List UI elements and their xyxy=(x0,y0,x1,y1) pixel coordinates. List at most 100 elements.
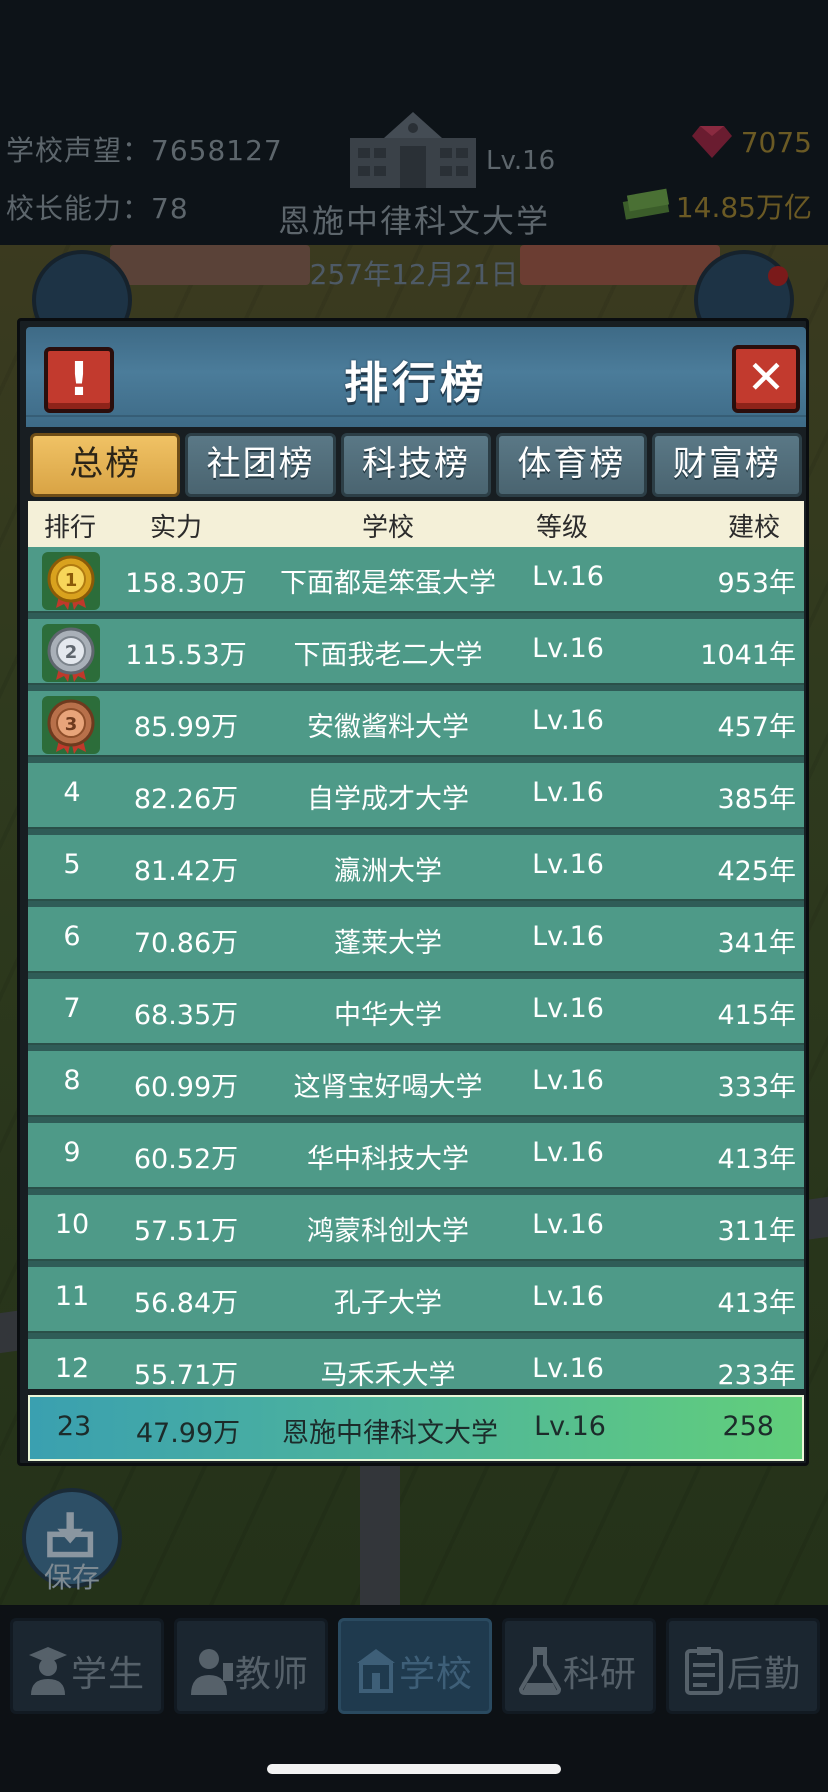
nav-students-label: 学生 xyxy=(71,1654,146,1695)
row-level: Lv.16 xyxy=(532,1281,604,1312)
nav-school[interactable]: 学校 xyxy=(338,1618,492,1714)
row-school: 瀛洲大学 xyxy=(334,856,442,887)
row-school: 鸿蒙科创大学 xyxy=(307,1216,469,1247)
row-founded: 415年 xyxy=(717,1000,796,1031)
row-school: 蓬莱大学 xyxy=(334,928,442,959)
school-building-icon[interactable] xyxy=(346,108,480,190)
teacher-icon xyxy=(191,1649,233,1695)
ranking-tabs: 总榜 社团榜 科技榜 体育榜 财富榜 xyxy=(28,433,804,499)
row-rank: 7 xyxy=(63,993,81,1024)
reputation-stat: 学校声望：7658127 xyxy=(6,122,283,180)
table-row[interactable]: 1 158.30万 下面都是笨蛋大学 Lv.16 953年 xyxy=(28,547,804,613)
row-founded: 413年 xyxy=(717,1144,796,1175)
nav-school-label: 学校 xyxy=(399,1654,474,1695)
own-founded: 258 xyxy=(722,1411,774,1442)
col-school: 学校 xyxy=(362,513,415,543)
table-row[interactable]: 10 57.51万 鸿蒙科创大学 Lv.16 311年 xyxy=(28,1195,804,1261)
row-level: Lv.16 xyxy=(532,633,604,664)
row-rank: 10 xyxy=(54,1209,90,1240)
row-level: Lv.16 xyxy=(532,1353,604,1384)
col-rank: 排行 xyxy=(44,513,97,543)
rank-3-number: 3 xyxy=(65,714,78,735)
nav-logistics-label: 后勤 xyxy=(727,1654,802,1695)
table-row[interactable]: 5 81.42万 瀛洲大学 Lv.16 425年 xyxy=(28,835,804,901)
row-founded: 953年 xyxy=(717,568,796,599)
table-row[interactable]: 9 60.52万 华中科技大学 Lv.16 413年 xyxy=(28,1123,804,1189)
clipboard-icon xyxy=(685,1647,723,1695)
row-school: 马禾禾大学 xyxy=(320,1360,456,1389)
row-rank: 12 xyxy=(54,1353,90,1384)
rank-1-number: 1 xyxy=(65,570,78,591)
row-level: Lv.16 xyxy=(532,777,604,808)
own-school-row[interactable]: 23 47.99万 恩施中律科文大学 Lv.16 258 xyxy=(28,1395,804,1461)
save-label: 保存 xyxy=(43,1561,100,1594)
gem-icon xyxy=(692,126,732,158)
close-button[interactable]: ✕ xyxy=(732,345,800,413)
col-level: 等级 xyxy=(536,513,589,543)
table-row[interactable]: 3 85.99万 安徽酱料大学 Lv.16 457年 xyxy=(28,691,804,757)
tab-clubs[interactable]: 社团榜 xyxy=(185,433,336,497)
row-rank: 6 xyxy=(63,921,81,952)
money-count: 14.85万亿 xyxy=(675,191,812,224)
tab-technology[interactable]: 科技榜 xyxy=(340,433,492,497)
row-school: 中华大学 xyxy=(334,1000,442,1031)
row-founded: 233年 xyxy=(717,1360,796,1389)
table-row[interactable]: 8 60.99万 这肾宝好喝大学 Lv.16 333年 xyxy=(28,1051,804,1117)
bronze-medal-icon: 3 xyxy=(42,696,100,754)
col-power: 实力 xyxy=(150,513,203,543)
leaderboard-modal: ! 排行榜 ✕ 总榜 社团榜 科技榜 体育榜 财富榜 排行 实力 学校 等级 建… xyxy=(17,318,809,1466)
table-row[interactable]: 6 70.86万 蓬莱大学 Lv.16 341年 xyxy=(28,907,804,973)
close-icon: ✕ xyxy=(746,350,786,404)
table-row[interactable]: 7 68.35万 中华大学 Lv.16 415年 xyxy=(28,979,804,1045)
row-school: 下面都是笨蛋大学 xyxy=(280,568,496,599)
gold-medal-icon: 1 xyxy=(42,552,100,610)
flask-icon xyxy=(518,1647,562,1695)
row-founded: 385年 xyxy=(717,784,796,815)
student-icon xyxy=(29,1647,67,1695)
table-header: 排行 实力 学校 等级 建校 xyxy=(28,501,804,547)
row-level: Lv.16 xyxy=(532,921,604,952)
nav-logistics[interactable]: 后勤 xyxy=(666,1618,820,1714)
ranking-list[interactable]: 1 158.30万 下面都是笨蛋大学 Lv.16 953年 2 115.53万 … xyxy=(28,547,804,1389)
nav-teachers-label: 教师 xyxy=(235,1654,310,1695)
row-school: 这肾宝好喝大学 xyxy=(293,1072,483,1103)
row-school: 安徽酱料大学 xyxy=(307,712,469,743)
nav-students[interactable]: 学生 xyxy=(10,1618,164,1714)
money-icon xyxy=(622,188,670,220)
row-rank: 9 xyxy=(63,1137,81,1168)
modal-title: 排行榜 xyxy=(344,358,488,409)
notification-dot xyxy=(768,266,788,286)
row-founded: 333年 xyxy=(717,1072,796,1103)
modal-header: ! 排行榜 ✕ xyxy=(26,327,806,427)
row-rank: 8 xyxy=(63,1065,81,1096)
row-rank: 4 xyxy=(63,777,81,808)
row-level: Lv.16 xyxy=(532,705,604,736)
row-founded: 413年 xyxy=(717,1288,796,1319)
row-rank: 11 xyxy=(54,1281,90,1312)
nav-teachers[interactable]: 教师 xyxy=(174,1618,328,1714)
row-school: 孔子大学 xyxy=(334,1288,442,1319)
row-founded: 311年 xyxy=(717,1216,796,1247)
school-level: Lv.16 xyxy=(486,146,556,176)
table-row[interactable]: 12 55.71万 马禾禾大学 Lv.16 233年 xyxy=(28,1339,804,1389)
home-indicator[interactable] xyxy=(267,1764,561,1774)
row-founded: 425年 xyxy=(717,856,796,887)
row-level: Lv.16 xyxy=(532,1137,604,1168)
tab-sports[interactable]: 体育榜 xyxy=(496,433,647,497)
tab-wealth[interactable]: 财富榜 xyxy=(651,433,803,497)
reputation-value: 7658127 xyxy=(151,134,283,167)
col-founded: 建校 xyxy=(728,513,781,543)
table-row[interactable]: 11 56.84万 孔子大学 Lv.16 413年 xyxy=(28,1267,804,1333)
row-school: 华中科技大学 xyxy=(307,1144,469,1175)
row-school: 下面我老二大学 xyxy=(293,640,483,671)
nav-research[interactable]: 科研 xyxy=(502,1618,656,1714)
own-level: Lv.16 xyxy=(534,1411,606,1442)
row-level: Lv.16 xyxy=(532,1065,604,1096)
table-row[interactable]: 2 115.53万 下面我老二大学 Lv.16 1041年 xyxy=(28,619,804,685)
row-founded: 341年 xyxy=(717,928,796,959)
tab-overall[interactable]: 总榜 xyxy=(30,433,181,497)
reputation-label: 学校声望： xyxy=(6,134,152,167)
school-icon xyxy=(357,1649,395,1693)
row-rank: 5 xyxy=(63,849,81,880)
table-row[interactable]: 4 82.26万 自学成才大学 Lv.16 385年 xyxy=(28,763,804,829)
